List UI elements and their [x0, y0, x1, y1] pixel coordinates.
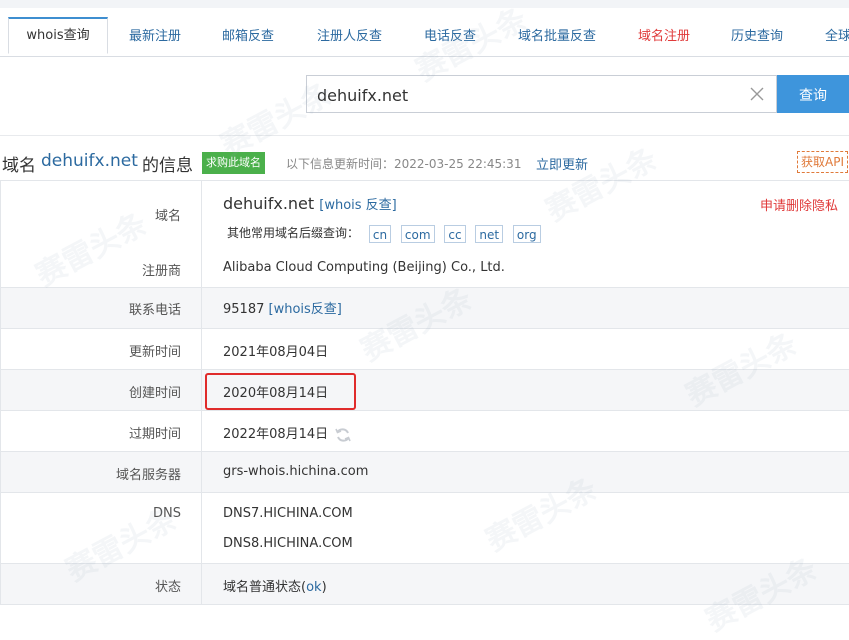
- highlight-box: [205, 373, 356, 410]
- label-dns: DNS: [153, 506, 181, 521]
- status-close: ): [321, 580, 327, 595]
- tab-latest-registrations[interactable]: 最新注册: [129, 18, 181, 56]
- tab-whois[interactable]: whois查询: [8, 17, 108, 54]
- tab-history[interactable]: 历史查询: [731, 18, 783, 56]
- table-row: 联系电话 95187 [whois反查]: [0, 288, 849, 329]
- refresh-icon[interactable]: [334, 426, 352, 444]
- tab-bar: whois查询 最新注册 邮箱反查 注册人反查 电话反查 域名批量反查 域名注册…: [0, 17, 849, 57]
- label-phone: 联系电话: [128, 303, 181, 318]
- status-ok-link[interactable]: ok: [306, 580, 321, 595]
- suffix-cn[interactable]: cn: [368, 224, 392, 243]
- delete-privacy-link[interactable]: 申请删除隐私: [760, 195, 838, 214]
- label-updated: 更新时间: [128, 345, 181, 360]
- tab-domain-register[interactable]: 域名注册: [638, 18, 690, 56]
- suffix-prompt: 其他常用域名后缀查询：: [227, 226, 360, 240]
- domain-value: dehuifx.net: [223, 194, 315, 213]
- updated-value: 2021年08月04日: [223, 345, 329, 360]
- tab-batch-reverse[interactable]: 域名批量反查: [518, 18, 596, 56]
- info-header: 域名 dehuifx.net 的信息 求购此域名 以下信息更新时间：2022-0…: [0, 150, 849, 176]
- header-suffix: 的信息: [142, 156, 193, 176]
- whois-server-value: grs-whois.hichina.com: [223, 464, 369, 479]
- header-prefix: 域名: [2, 156, 36, 176]
- row-label-cell: 域名 注册商: [0, 181, 202, 287]
- buy-domain-badge[interactable]: 求购此域名: [202, 152, 265, 174]
- table-row: 过期时间 2022年08月14日: [0, 411, 849, 452]
- search-button[interactable]: 查询: [777, 75, 849, 113]
- tab-email-reverse[interactable]: 邮箱反查: [222, 18, 274, 56]
- registrar-value: Alibaba Cloud Computing (Beijing) Co., L…: [223, 260, 505, 275]
- label-registrar: 注册商: [141, 264, 181, 279]
- phone-reverse-link[interactable]: [whois反查]: [269, 302, 342, 317]
- tab-phone-reverse[interactable]: 电话反查: [424, 18, 476, 56]
- suffix-net[interactable]: net: [475, 224, 504, 243]
- label-expires: 过期时间: [128, 427, 181, 442]
- dns-value-2: DNS8.HICHINA.COM: [223, 536, 353, 551]
- suffix-org[interactable]: org: [512, 224, 541, 243]
- search-box: [306, 75, 777, 114]
- label-status: 状态: [154, 580, 181, 595]
- whois-reverse-link[interactable]: [whois 反查]: [319, 198, 397, 213]
- suffix-com[interactable]: com: [400, 224, 435, 243]
- get-api-button[interactable]: 获取API: [797, 151, 848, 173]
- table-row: 域名服务器 grs-whois.hichina.com: [0, 452, 849, 493]
- update-time-text: 以下信息更新时间：2022-03-25 22:45:31: [286, 157, 522, 171]
- search-input[interactable]: [315, 76, 739, 114]
- table-row: 更新时间 2021年08月04日: [0, 329, 849, 370]
- expires-value: 2022年08月14日: [223, 427, 329, 442]
- table-row: 创建时间 2020年08月14日: [0, 370, 849, 411]
- top-strip: [0, 0, 849, 8]
- table-row: 域名 注册商 dehuifx.net [whois 反查] 申请删除隐私 其他常…: [0, 181, 849, 288]
- tab-registrant-reverse[interactable]: 注册人反查: [317, 18, 382, 56]
- divider: [0, 135, 849, 136]
- table-row: 状态 域名普通状态(ok): [0, 564, 849, 605]
- update-now-link[interactable]: 立即更新: [536, 154, 588, 173]
- label-domain: 域名: [154, 209, 181, 224]
- label-created: 创建时间: [128, 386, 181, 401]
- tab-global[interactable]: 全球: [825, 18, 849, 56]
- whois-table: 域名 注册商 dehuifx.net [whois 反查] 申请删除隐私 其他常…: [0, 180, 849, 605]
- label-whois-server: 域名服务器: [115, 468, 181, 483]
- clear-icon[interactable]: [748, 85, 766, 103]
- dns-value-1: DNS7.HICHINA.COM: [223, 506, 353, 521]
- status-value: 域名普通状态(: [223, 580, 307, 595]
- suffix-cc[interactable]: cc: [444, 224, 466, 243]
- table-row: DNS DNS7.HICHINA.COM DNS8.HICHINA.COM: [0, 493, 849, 564]
- header-domain[interactable]: dehuifx.net: [41, 151, 138, 171]
- phone-value: 95187: [223, 302, 265, 317]
